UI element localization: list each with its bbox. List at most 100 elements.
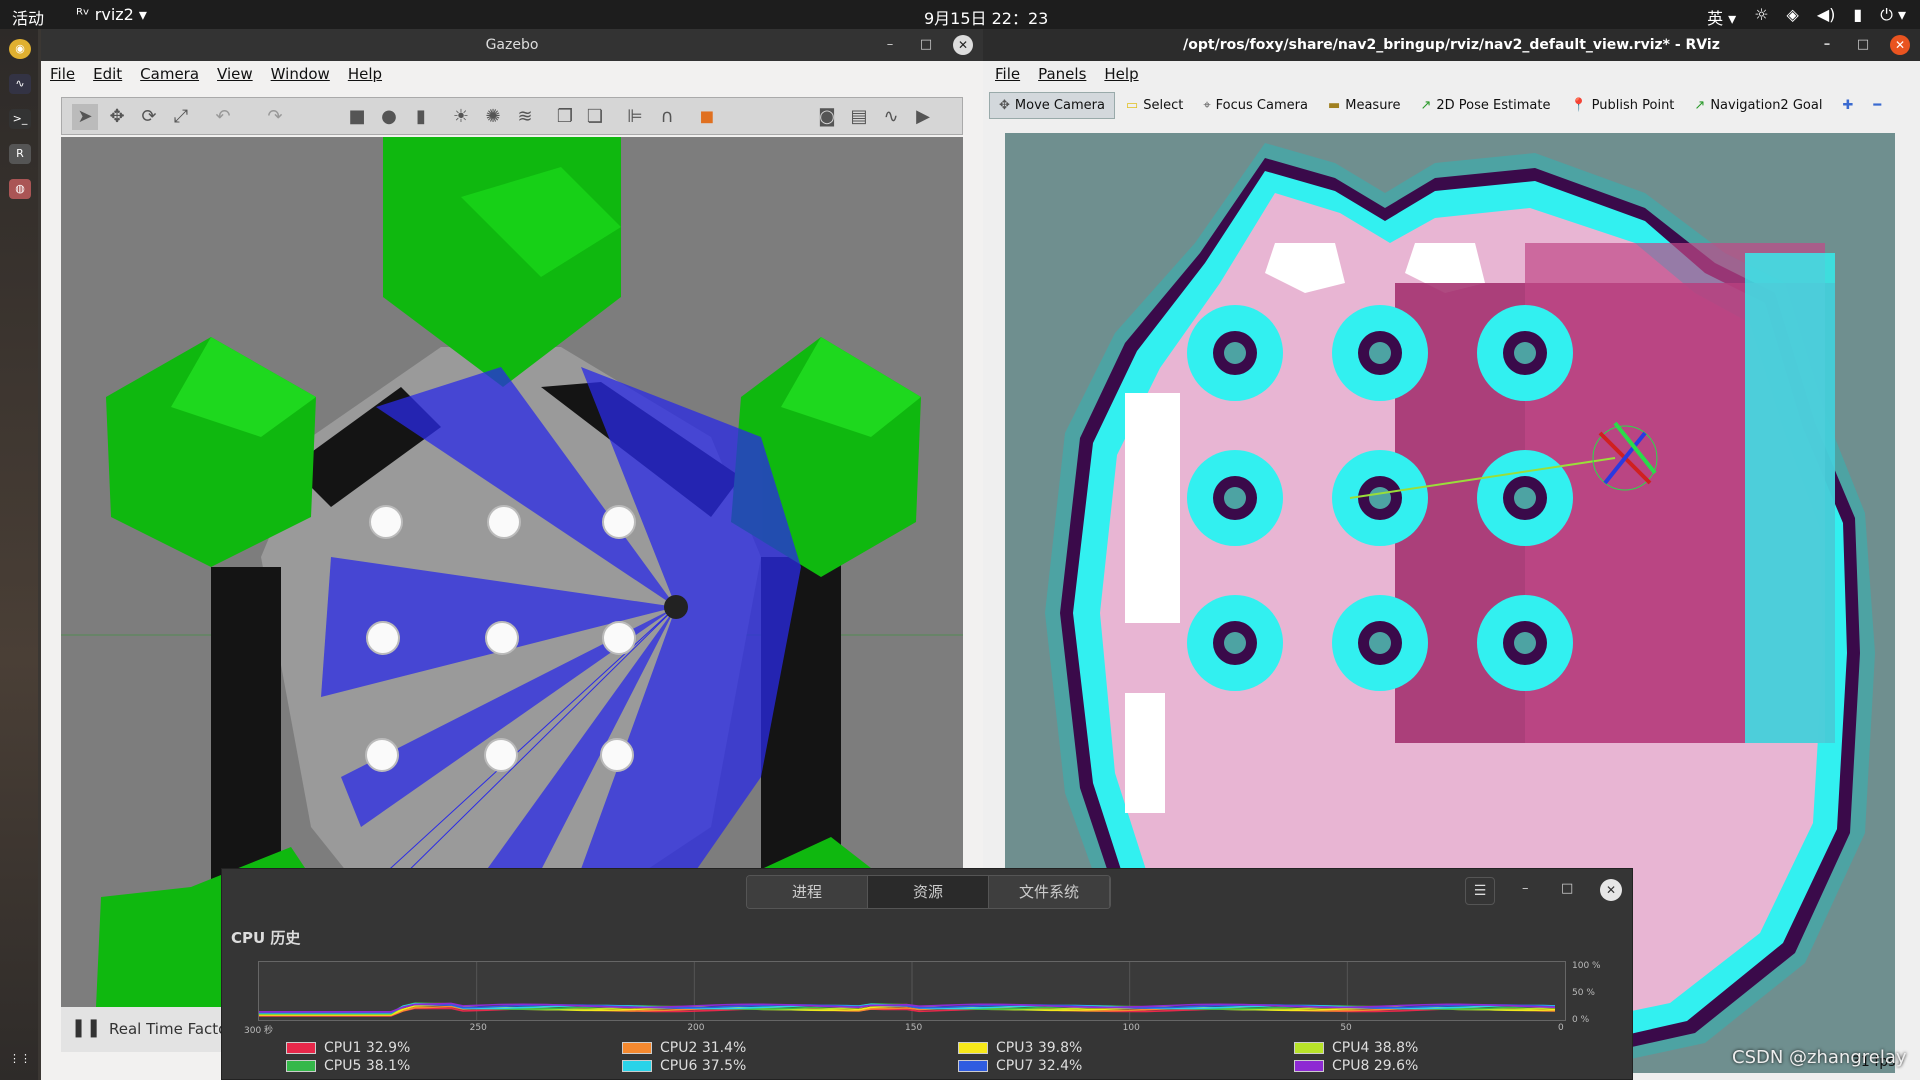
- tab-2[interactable]: 文件系统: [989, 876, 1110, 908]
- view-angle-icon[interactable]: ◼: [694, 104, 720, 130]
- minimize-button[interactable]: –: [1522, 881, 1529, 896]
- maximize-button[interactable]: □: [1854, 29, 1872, 61]
- menu-window[interactable]: Window: [262, 65, 339, 83]
- maximize-button[interactable]: □: [917, 29, 935, 61]
- align-icon[interactable]: ⊫: [622, 104, 648, 130]
- spot-light-icon[interactable]: ✺: [480, 104, 506, 130]
- select-mode-icon[interactable]: ➤: [72, 104, 98, 130]
- rviz-titlebar[interactable]: /opt/ros/foxy/share/nav2_bringup/rviz/na…: [983, 29, 1920, 61]
- y-tick: 0 %: [1572, 1015, 1590, 1025]
- wifi-icon: ◈: [1786, 5, 1799, 24]
- gazebo-titlebar[interactable]: Gazebo – □ ✕: [41, 29, 983, 61]
- tab-1[interactable]: 资源: [868, 876, 989, 908]
- rotate-icon[interactable]: ⟳: [136, 104, 162, 130]
- power-icon: ⏻ ▾: [1880, 5, 1906, 24]
- tab-0[interactable]: 进程: [747, 876, 868, 908]
- input-method[interactable]: 英 ▾: [1707, 5, 1736, 29]
- cpu-legend-item[interactable]: CPU8 29.6%: [1294, 1058, 1418, 1074]
- cpu-label: CPU6 37.5%: [660, 1058, 747, 1074]
- menu-panels[interactable]: Panels: [1029, 65, 1095, 83]
- log-icon[interactable]: ▤: [846, 104, 872, 130]
- cpu-legend-item[interactable]: CPU5 38.1%: [286, 1058, 410, 1074]
- close-button[interactable]: ✕: [953, 35, 973, 55]
- tool-2d-pose-estimate[interactable]: ↗ 2D Pose Estimate: [1411, 93, 1559, 118]
- cylinder-icon[interactable]: ▮: [408, 104, 434, 130]
- rviz-icon[interactable]: R: [9, 144, 31, 164]
- tool-publish-point[interactable]: 📍 Publish Point: [1561, 93, 1683, 118]
- cpu-legend-item[interactable]: CPU6 37.5%: [622, 1058, 746, 1074]
- sphere-icon[interactable]: ●: [376, 104, 402, 130]
- remove-tool-icon[interactable]: ━: [1864, 93, 1890, 118]
- clock[interactable]: 9月15日 22：23: [924, 5, 1048, 29]
- copy-icon[interactable]: ❐: [552, 104, 578, 130]
- cpu-history-heading: CPU 历史: [231, 929, 301, 947]
- cpu-color-swatch[interactable]: [286, 1042, 316, 1054]
- menu-view[interactable]: View: [208, 65, 262, 83]
- pause-button[interactable]: ❚❚: [71, 1017, 101, 1038]
- cpu-legend-item[interactable]: CPU4 38.8%: [1294, 1040, 1418, 1056]
- close-button[interactable]: ✕: [1600, 879, 1622, 901]
- snap-icon[interactable]: ∩: [654, 104, 680, 130]
- tool-select[interactable]: ▭ Select: [1117, 93, 1192, 118]
- screenshot-icon[interactable]: ◙: [814, 104, 840, 130]
- scale-icon[interactable]: ⤢: [168, 104, 194, 130]
- menu-camera[interactable]: Camera: [131, 65, 208, 83]
- cpu-legend-item[interactable]: CPU2 31.4%: [622, 1040, 746, 1056]
- menu-help[interactable]: Help: [339, 65, 391, 83]
- add-tool-icon[interactable]: ✚: [1833, 93, 1862, 118]
- battery-icon: ▮: [1853, 5, 1863, 24]
- menu-help[interactable]: Help: [1095, 65, 1147, 83]
- terminal-icon[interactable]: >_: [9, 109, 31, 129]
- minimize-button[interactable]: –: [881, 29, 899, 61]
- cpu-history-plot: [259, 962, 1556, 1020]
- maximize-button[interactable]: □: [1561, 881, 1573, 896]
- show-apps-icon[interactable]: ⋮⋮: [9, 1049, 31, 1069]
- translate-icon[interactable]: ✥: [104, 104, 130, 130]
- redo-icon[interactable]: ↷: [262, 104, 288, 130]
- monitor-app-icon[interactable]: ∿: [9, 74, 31, 94]
- tool-label: Measure: [1345, 97, 1401, 113]
- cpu-color-swatch[interactable]: [958, 1060, 988, 1072]
- menu-edit[interactable]: Edit: [84, 65, 131, 83]
- tool-measure[interactable]: ▬ Measure: [1319, 93, 1410, 118]
- cpu-color-swatch[interactable]: [1294, 1060, 1324, 1072]
- tool-focus-camera[interactable]: ⌖ Focus Camera: [1194, 93, 1317, 118]
- window-title: /opt/ros/foxy/share/nav2_bringup/rviz/na…: [1183, 37, 1720, 53]
- cpu-color-swatch[interactable]: [1294, 1042, 1324, 1054]
- close-button[interactable]: ✕: [1890, 35, 1910, 55]
- cpu-color-swatch[interactable]: [958, 1042, 988, 1054]
- cpu-label: CPU3 39.8%: [996, 1040, 1083, 1056]
- box-icon[interactable]: ■: [344, 104, 370, 130]
- cpu-legend-item[interactable]: CPU1 32.9%: [286, 1040, 410, 1056]
- rviz-toolbar: ✥ Move Camera ▭ Select ⌖ Focus Camera ▬ Measure…: [989, 89, 1920, 121]
- app-menu[interactable]: ᴿᵛ rviz2 ▾: [76, 5, 147, 24]
- cpu-color-swatch[interactable]: [286, 1060, 316, 1072]
- undo-icon[interactable]: ↶: [210, 104, 236, 130]
- top-panel: 活动 ᴿᵛ rviz2 ▾ 9月15日 22：23 英 ▾ ☼ ◈ ◀) ▮ ⏻…: [0, 0, 1920, 29]
- cpu-color-swatch[interactable]: [622, 1060, 652, 1072]
- tool-navigation2-goal[interactable]: ↗ Navigation2 Goal: [1685, 93, 1831, 118]
- real-time-factor-label: Real Time Factor: [109, 1020, 234, 1038]
- x-tick: 300 秒: [244, 1026, 274, 1036]
- activities-button[interactable]: 活动: [12, 5, 44, 29]
- paste-icon[interactable]: ❏: [582, 104, 608, 130]
- minimize-button[interactable]: –: [1818, 29, 1836, 61]
- cpu-legend-item[interactable]: CPU3 39.8%: [958, 1040, 1082, 1056]
- tool-move-camera[interactable]: ✥ Move Camera: [989, 91, 1115, 119]
- tool-label: Move Camera: [1014, 97, 1105, 113]
- directional-light-icon[interactable]: ≋: [512, 104, 538, 130]
- chrome-icon[interactable]: ◉: [9, 39, 31, 59]
- hamburger-menu-icon[interactable]: ☰: [1465, 877, 1495, 905]
- menu-file[interactable]: File: [41, 65, 84, 83]
- system-monitor-tabs: 进程 资源 文件系统: [746, 875, 1111, 909]
- gazebo-icon[interactable]: ◍: [9, 179, 31, 199]
- cpu-legend-item[interactable]: CPU7 32.4%: [958, 1058, 1082, 1074]
- cpu-color-swatch[interactable]: [622, 1042, 652, 1054]
- point-light-icon[interactable]: ☀: [448, 104, 474, 130]
- plot-icon[interactable]: ∿: [878, 104, 904, 130]
- system-tray[interactable]: 英 ▾ ☼ ◈ ◀) ▮ ⏻ ▾: [1707, 5, 1906, 29]
- menu-file[interactable]: File: [986, 65, 1029, 83]
- pose-estimate-icon: ↗: [1420, 97, 1432, 113]
- gazebo-menubar: File Edit Camera View Window Help: [41, 61, 983, 87]
- record-video-icon[interactable]: ▶: [910, 104, 936, 130]
